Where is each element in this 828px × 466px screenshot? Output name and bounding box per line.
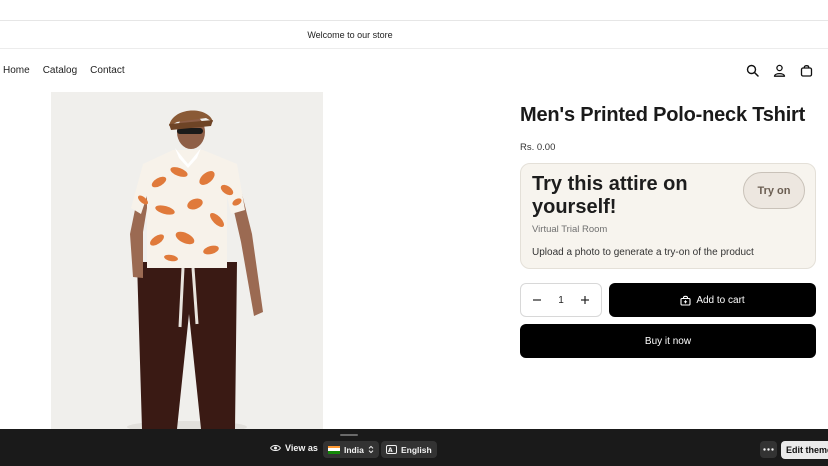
drag-handle[interactable] bbox=[340, 434, 358, 436]
quantity-increase-button[interactable] bbox=[578, 293, 592, 307]
nav-item-home[interactable]: Home bbox=[3, 65, 30, 76]
edit-theme-button[interactable]: Edit theme bbox=[781, 441, 828, 459]
india-flag-icon bbox=[328, 445, 340, 454]
header-icons bbox=[745, 63, 814, 78]
add-to-cart-button[interactable]: Add to cart bbox=[609, 283, 816, 317]
quantity-stepper: 1 bbox=[520, 283, 602, 317]
cart-bag-icon bbox=[680, 295, 691, 306]
country-label: India bbox=[344, 444, 364, 455]
product-price: Rs. 0.00 bbox=[520, 142, 556, 153]
nav-item-contact[interactable]: Contact bbox=[90, 65, 124, 76]
product-title: Men's Printed Polo-neck Tshirt bbox=[520, 104, 806, 126]
svg-text:A: A bbox=[388, 447, 393, 454]
translate-icon: A bbox=[386, 445, 397, 454]
virtual-tryon-card: Try this attire on yourself! Try on Virt… bbox=[520, 163, 816, 269]
minus-icon bbox=[533, 299, 541, 301]
view-as-text: View as bbox=[285, 443, 318, 453]
language-label: English bbox=[401, 444, 432, 455]
chevron-up-down-icon bbox=[368, 445, 374, 454]
try-on-button[interactable]: Try on bbox=[743, 172, 805, 209]
main-nav: Home Catalog Contact bbox=[3, 65, 125, 76]
buy-now-button[interactable]: Buy it now bbox=[520, 324, 816, 358]
cart-bag-icon[interactable] bbox=[799, 63, 814, 78]
announcement-bar: Welcome to our store bbox=[0, 21, 700, 49]
country-selector[interactable]: India bbox=[323, 441, 379, 458]
nav-item-catalog[interactable]: Catalog bbox=[43, 65, 77, 76]
search-icon[interactable] bbox=[745, 63, 760, 78]
tryon-subtitle: Virtual Trial Room bbox=[532, 224, 608, 235]
account-icon[interactable] bbox=[772, 63, 787, 78]
add-to-cart-label: Add to cart bbox=[696, 294, 745, 306]
view-as-label: View as bbox=[270, 443, 318, 453]
buy-now-label: Buy it now bbox=[644, 335, 692, 347]
more-options-button[interactable] bbox=[760, 441, 777, 458]
browser-top-strip bbox=[0, 0, 828, 21]
plus-icon bbox=[581, 296, 589, 304]
site-header: Home Catalog Contact bbox=[0, 49, 828, 91]
quantity-value[interactable]: 1 bbox=[558, 295, 564, 306]
language-selector[interactable]: A English bbox=[381, 441, 437, 458]
quantity-decrease-button[interactable] bbox=[530, 293, 544, 307]
product-image[interactable] bbox=[51, 92, 323, 429]
announcement-text: Welcome to our store bbox=[307, 29, 393, 40]
tryon-description: Upload a photo to generate a try-on of t… bbox=[532, 247, 754, 258]
ellipsis-icon bbox=[763, 448, 774, 451]
eye-icon bbox=[270, 444, 281, 452]
tryon-headline: Try this attire on yourself! bbox=[532, 173, 688, 218]
theme-preview-bar: View as India A English Edit theme bbox=[0, 429, 828, 466]
